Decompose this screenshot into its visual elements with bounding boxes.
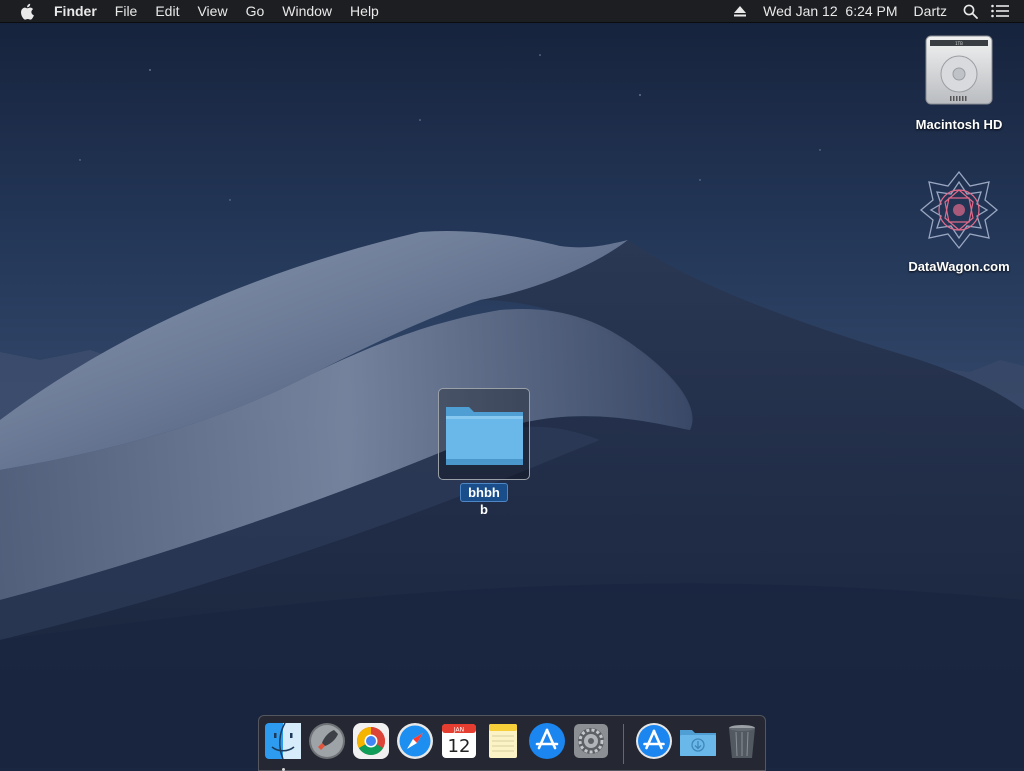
dock-item-chrome[interactable] [351, 721, 391, 765]
chrome-icon [353, 723, 389, 759]
folder-icon [446, 407, 523, 465]
dock-item-app-store-2[interactable] [634, 721, 674, 765]
dock-item-calendar[interactable]: JAN 12 [439, 721, 479, 765]
safari-icon [397, 723, 433, 759]
dock-item-app-store[interactable] [527, 721, 567, 765]
downloads-folder-icon [680, 730, 716, 756]
menu-view[interactable]: View [188, 0, 236, 22]
menu-window[interactable]: Window [273, 0, 341, 22]
hard-drive-icon: 1TB [925, 35, 993, 105]
launchpad-icon [309, 723, 345, 759]
dock: JAN 12 [258, 715, 766, 771]
desktop-icon-label: Macintosh HD [915, 117, 1003, 132]
desktop-icon-macintosh-hd[interactable]: 1TB Macintosh HD [904, 30, 1014, 134]
notification-center-icon[interactable] [990, 0, 1010, 22]
dock-item-safari[interactable] [395, 721, 435, 765]
menu-bar: Finder File Edit View Go Window Help Wed… [0, 0, 1024, 23]
menu-file[interactable]: File [106, 0, 147, 22]
desktop-folder-selected[interactable] [438, 388, 530, 480]
desktop-icon-label: DataWagon.com [908, 259, 1010, 274]
geometric-pattern-icon [919, 170, 999, 250]
trash-icon [729, 725, 755, 758]
calendar-icon: JAN 12 [442, 724, 476, 758]
app-store-icon [636, 723, 672, 759]
notes-icon [489, 724, 517, 758]
dock-item-system-preferences[interactable] [571, 721, 611, 765]
finder-icon [265, 722, 301, 760]
eject-icon[interactable] [730, 0, 750, 22]
menu-edit[interactable]: Edit [146, 0, 188, 22]
menu-go[interactable]: Go [237, 0, 274, 22]
menu-app-name[interactable]: Finder [54, 0, 106, 22]
dock-separator [623, 724, 624, 764]
system-preferences-icon [574, 724, 608, 758]
spotlight-search-icon[interactable] [960, 0, 980, 22]
dock-item-downloads[interactable] [678, 721, 718, 765]
dock-item-trash[interactable] [722, 721, 762, 765]
apple-menu-icon[interactable] [20, 2, 36, 20]
dock-item-finder[interactable] [263, 721, 303, 771]
calendar-date: 12 [448, 736, 471, 757]
dock-item-launchpad[interactable] [307, 721, 347, 765]
svg-text:1TB: 1TB [955, 41, 963, 46]
folder-name-input[interactable]: bhbhb [460, 483, 508, 517]
menu-help[interactable]: Help [341, 0, 388, 22]
menu-user[interactable]: Dartz [906, 0, 955, 22]
desktop-wallpaper [0, 0, 1024, 768]
dock-item-notes[interactable] [483, 721, 523, 765]
menu-clock[interactable]: Wed Jan 12 6:24 PM [755, 0, 905, 22]
desktop-icon-datawagon[interactable]: DataWagon.com [900, 168, 1018, 276]
app-store-icon [529, 723, 565, 759]
calendar-month: JAN [453, 727, 464, 734]
